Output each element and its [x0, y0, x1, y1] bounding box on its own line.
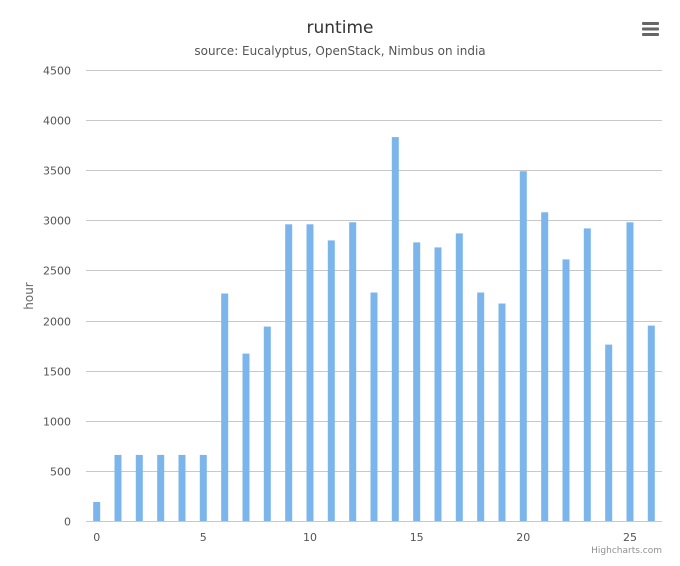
y-tick-label: 2000: [43, 316, 71, 329]
bar[interactable]: [157, 454, 165, 521]
bar[interactable]: [647, 325, 655, 521]
bar[interactable]: [93, 502, 101, 521]
bar[interactable]: [199, 454, 207, 521]
bar[interactable]: [242, 353, 250, 521]
bar[interactable]: [391, 137, 399, 521]
bar[interactable]: [327, 240, 335, 521]
bar[interactable]: [349, 222, 357, 522]
x-tick-label: 5: [200, 531, 207, 544]
y-axis-title: hour: [22, 282, 36, 310]
y-tick-label: 3500: [43, 165, 71, 178]
bar[interactable]: [477, 292, 485, 522]
bar[interactable]: [306, 224, 314, 522]
x-tick-label: 0: [93, 531, 100, 544]
bar[interactable]: [434, 247, 442, 521]
y-tick-label: 4500: [43, 65, 71, 78]
chart-subtitle: source: Eucalyptus, OpenStack, Nimbus on…: [194, 44, 485, 58]
bar[interactable]: [562, 259, 570, 521]
bar[interactable]: [285, 224, 293, 522]
y-tick-label: 4000: [43, 115, 71, 128]
bar[interactable]: [605, 344, 613, 521]
bar[interactable]: [498, 303, 506, 522]
y-tick-label: 1500: [43, 366, 71, 379]
chart-root: runtime source: Eucalyptus, OpenStack, N…: [22, 16, 666, 556]
bar[interactable]: [455, 233, 463, 521]
bar[interactable]: [519, 171, 527, 521]
chart-menu-button[interactable]: [636, 16, 666, 42]
y-axis-ticks: 0 500 1000 1500 2000 2500 3000 3500 4000 4500: [43, 65, 71, 529]
bar[interactable]: [221, 293, 229, 522]
y-tick-label: 0: [64, 516, 71, 529]
y-tick-label: 1000: [43, 416, 71, 429]
bar[interactable]: [263, 326, 271, 521]
x-tick-label: 10: [303, 531, 317, 544]
bar[interactable]: [135, 454, 143, 521]
x-tick-label: 15: [410, 531, 424, 544]
hamburger-menu-icon: [642, 22, 659, 36]
bar[interactable]: [626, 222, 634, 522]
bar[interactable]: [114, 454, 122, 521]
series-bars: [93, 137, 655, 522]
credits-link[interactable]: Highcharts.com: [591, 546, 662, 556]
y-tick-label: 500: [50, 466, 71, 479]
bar[interactable]: [583, 228, 591, 521]
bar[interactable]: [178, 454, 186, 521]
y-tick-label: 2500: [43, 265, 71, 278]
bar[interactable]: [413, 242, 421, 521]
bar[interactable]: [541, 212, 549, 522]
bar[interactable]: [370, 292, 378, 522]
y-tick-label: 3000: [43, 215, 71, 228]
x-tick-label: 20: [516, 531, 530, 544]
x-tick-label: 25: [623, 531, 637, 544]
chart-title: runtime: [307, 18, 374, 38]
x-axis-ticks: 0 5 10 15 20 25: [93, 531, 637, 544]
